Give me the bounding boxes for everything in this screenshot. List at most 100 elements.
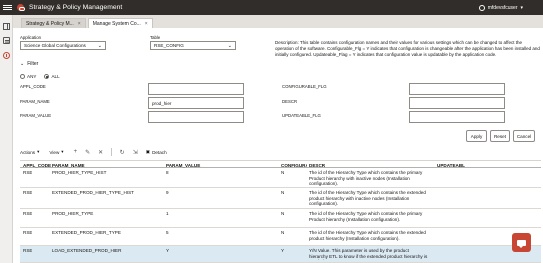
descr-label: DESCR	[282, 99, 298, 104]
radio-dot	[20, 74, 25, 79]
user-menu[interactable]: mfdevsfcuser ▾	[478, 0, 523, 15]
cell-descr: The id of the Hierarchy Type which conta…	[309, 190, 426, 207]
param-name-label: PARAM_NAME	[20, 99, 50, 104]
close-icon[interactable]: ×	[145, 21, 148, 27]
table-row[interactable]: RSE PROD_HIER_TYPE_HIST 8 N The id of th…	[20, 168, 541, 188]
oracle-logo-icon	[17, 4, 25, 11]
application-value: Science Global Configurations	[24, 43, 86, 48]
cell-configurable: N	[281, 190, 285, 195]
radio-any[interactable]: ANY	[20, 74, 36, 79]
tab-label: Manage System Co...	[92, 20, 141, 27]
refresh-icon[interactable]: ↻	[120, 149, 125, 156]
apply-button[interactable]: Apply	[466, 130, 487, 142]
cell-descr: The id of the Hierarchy Type which conta…	[309, 230, 426, 241]
filter-label: Filter	[27, 61, 39, 67]
tab-strip: Strategy & Policy M... × Manage System C…	[13, 15, 543, 28]
tab-label: Strategy & Policy M...	[26, 20, 74, 27]
user-name: mfdevsfcuser	[487, 4, 518, 11]
toolbar-divider	[111, 148, 112, 156]
radio-all[interactable]: ALL	[44, 74, 60, 79]
app-title: Strategy & Policy Management	[29, 4, 123, 11]
cell-configurable: N	[281, 230, 285, 235]
close-icon[interactable]: ×	[78, 21, 81, 27]
table-value: RSE_CONFIG	[154, 43, 184, 48]
chevron-down-icon: ▾	[37, 149, 40, 154]
cell-appl-code: RSE	[23, 230, 33, 235]
view-menu[interactable]: View ▾	[49, 149, 63, 155]
tab-strategy-policy[interactable]: Strategy & Policy M... ×	[21, 18, 86, 28]
filter-toggle[interactable]: ⌄ Filter	[20, 61, 38, 67]
cell-param-name: LOAD_EXTENDED_PROD_HIER	[52, 248, 122, 253]
cell-param-value: 9	[166, 190, 169, 195]
table-label: Table	[150, 35, 161, 40]
updateable-flg-label: UPDATEABLE_FLG	[282, 113, 321, 118]
export-icon[interactable]: ⇲	[133, 149, 138, 156]
add-icon[interactable]: +	[74, 149, 78, 155]
column-header-updateable[interactable]: UPDATEABL	[437, 163, 477, 168]
updateable-flg-input[interactable]	[409, 111, 505, 123]
delete-icon[interactable]: ✕	[98, 149, 103, 156]
cell-param-value: Y	[166, 248, 170, 253]
edit-icon[interactable]: ✎	[85, 149, 90, 156]
reports-icon[interactable]	[3, 37, 10, 44]
detach-icon: ▣	[145, 149, 151, 154]
tab-manage-system-config[interactable]: Manage System Co... ×	[87, 18, 153, 28]
table-select[interactable]: RSE_CONFIG ⌄	[150, 41, 236, 50]
alerts-icon[interactable]	[3, 52, 10, 59]
reset-button[interactable]: Reset	[490, 130, 510, 142]
table-toolbar: Actions ▾ View ▾ + ✎ ✕ ↻ ⇲ ▣ Detach	[20, 146, 177, 158]
cell-appl-code: RSE	[23, 248, 33, 253]
column-header-param-name[interactable]: PARAM_NAME	[52, 163, 162, 168]
user-icon	[478, 4, 485, 11]
config-table: APPL_CODE PARAM_NAME PARAM_VALUE CONFIGU…	[20, 160, 541, 263]
match-mode-group: ANY ALL	[20, 74, 60, 79]
detach-label: Detach	[152, 149, 167, 155]
table-row[interactable]: RSE EXTENDED_PROD_HIER_TYPE 5 N The id o…	[20, 228, 541, 246]
cell-descr: The id of the Hierarchy Type which conta…	[309, 211, 423, 222]
menu-icon[interactable]	[3, 4, 12, 11]
configurable-flg-label: CONFIGURABLE_FLG	[282, 84, 327, 89]
table-header-row: APPL_CODE PARAM_NAME PARAM_VALUE CONFIGU…	[20, 160, 541, 168]
left-nav-rail	[0, 15, 13, 263]
application-label: Application	[20, 35, 42, 40]
app-header: Strategy & Policy Management mfdevsfcuse…	[0, 0, 543, 15]
descr-input[interactable]	[409, 97, 505, 109]
chevron-down-icon: ▾	[61, 149, 64, 154]
column-header-descr[interactable]: DESCR	[309, 163, 429, 168]
chevron-down-icon: ⌄	[227, 43, 232, 49]
cell-param-value: 1	[166, 211, 169, 216]
tasks-icon[interactable]	[3, 23, 10, 30]
radio-all-label: ALL	[51, 74, 60, 79]
cell-param-name: EXTENDED_PROD_HIER_TYPE	[52, 230, 121, 235]
cell-appl-code: RSE	[23, 211, 33, 216]
cell-configurable: N	[281, 211, 285, 216]
param-value-input[interactable]	[148, 111, 244, 123]
cell-appl-code: RSE	[23, 190, 33, 195]
cell-param-name: EXTENDED_PROD_HIER_TYPE_HIST	[52, 190, 134, 195]
param-name-input[interactable]: prod_hier	[148, 97, 244, 109]
configurable-flg-input[interactable]	[409, 83, 505, 95]
cell-descr: The id of the Hierarchy Type which conta…	[309, 170, 423, 187]
chat-icon	[517, 239, 526, 248]
cell-configurable: Y	[281, 248, 285, 253]
radio-any-label: ANY	[27, 74, 37, 79]
detach-button[interactable]: ▣ Detach	[146, 149, 167, 155]
chevron-down-icon: ⌄	[20, 61, 25, 67]
chat-button[interactable]	[512, 233, 531, 252]
column-header-configurable[interactable]: CONFIGURA	[281, 163, 307, 168]
column-header-appl-code[interactable]: APPL_CODE	[23, 163, 53, 168]
param-value-label: PARAM_VALUE	[20, 113, 52, 118]
column-header-param-value[interactable]: PARAM_VALUE	[166, 163, 276, 168]
cell-descr: Y/N Value. This parameter is used by the…	[309, 248, 428, 260]
table-row[interactable]: RSE PROD_HIER_TYPE 1 N The id of the Hie…	[20, 209, 541, 228]
table-row[interactable]: RSE EXTENDED_PROD_HIER_TYPE_HIST 9 N The…	[20, 188, 541, 209]
actions-label: Actions	[20, 149, 36, 155]
appl-code-input[interactable]	[148, 83, 244, 95]
actions-menu[interactable]: Actions ▾	[20, 149, 39, 155]
application-select[interactable]: Science Global Configurations ⌄	[20, 41, 106, 50]
table-row-selected[interactable]: RSE LOAD_EXTENDED_PROD_HIER Y Y Y/N Valu…	[20, 246, 541, 263]
cancel-button[interactable]: Cancel	[513, 130, 535, 142]
chevron-down-icon: ⌄	[97, 43, 102, 49]
cell-param-value: 8	[166, 170, 169, 175]
cell-configurable: N	[281, 170, 285, 175]
